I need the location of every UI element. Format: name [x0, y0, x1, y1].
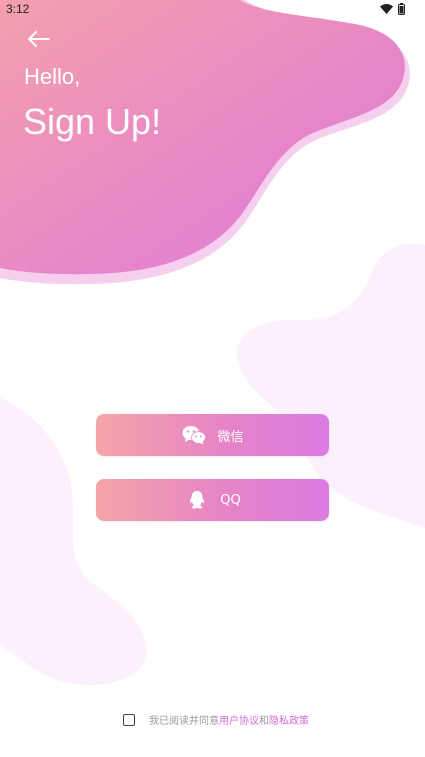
page-title: Sign Up! [23, 101, 162, 142]
wechat-login-button[interactable]: 微信 [96, 414, 329, 456]
agreement-conjunction: 和 [259, 716, 269, 727]
back-arrow-icon [28, 31, 50, 47]
back-button[interactable] [24, 26, 54, 52]
qq-label: QQ [220, 492, 241, 508]
wifi-icon [380, 4, 393, 14]
status-icons [380, 3, 405, 15]
user-agreement-link[interactable]: 用户协议 [219, 712, 259, 727]
status-time: 3:12 [6, 2, 30, 16]
privacy-policy-link[interactable]: 隐私政策 [269, 712, 309, 727]
agreement-row: 我已阅读并同意 用户协议 和 隐私政策 [123, 712, 309, 727]
greeting-text: Hello, [24, 64, 81, 89]
qq-icon [184, 488, 210, 512]
wechat-label: 微信 [217, 429, 244, 445]
qq-login-button[interactable]: QQ [96, 479, 329, 521]
battery-icon [398, 3, 405, 15]
wechat-icon [181, 423, 207, 447]
agreement-checkbox[interactable] [123, 713, 135, 726]
agreement-prefix: 我已阅读并同意 [149, 716, 219, 727]
status-bar: 3:12 [0, 0, 425, 20]
